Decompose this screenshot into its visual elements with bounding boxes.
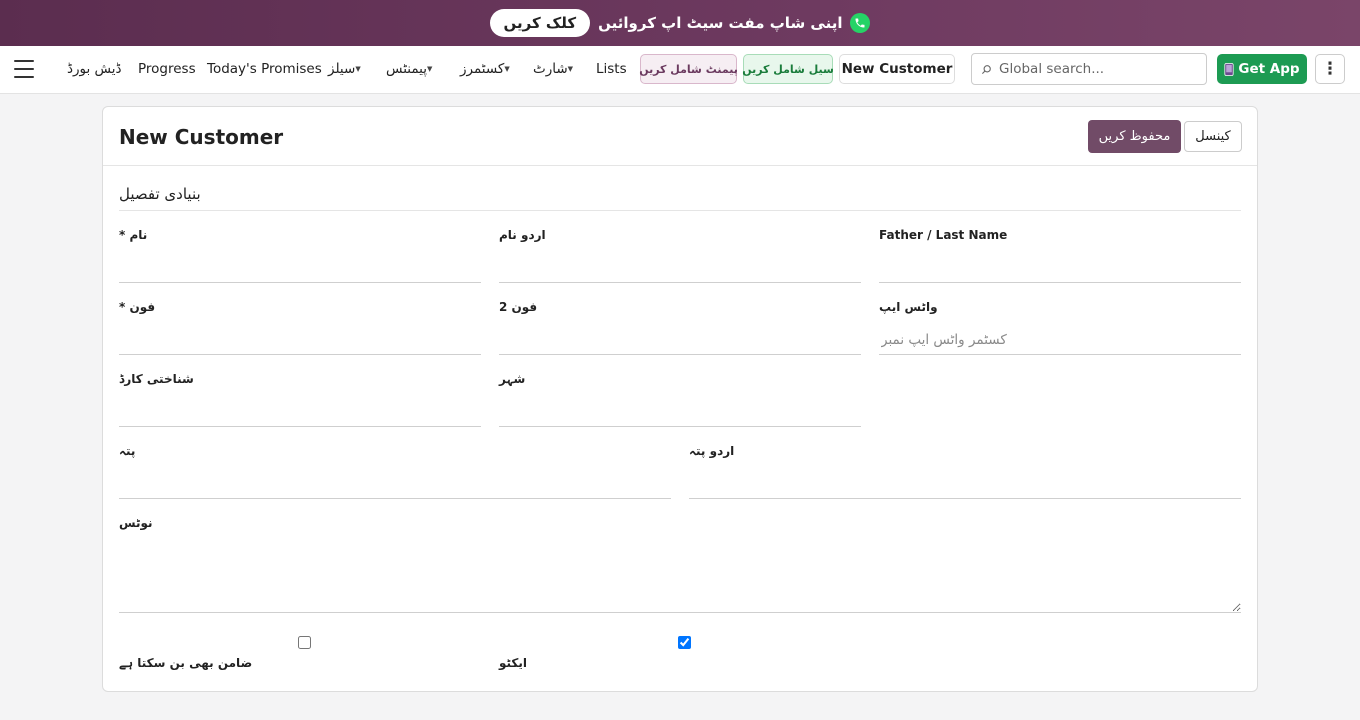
- nav-dashboard-label: ڈیش بورڈ: [67, 61, 122, 77]
- active-label: ایکٹو: [499, 656, 528, 670]
- get-app-button[interactable]: Get App: [1217, 54, 1307, 84]
- add-payment-button[interactable]: پیمنٹ شامل کریں: [639, 54, 738, 84]
- guarantor-checkbox[interactable]: [298, 636, 311, 649]
- search-icon: [981, 64, 991, 74]
- nav-progress-label: Progress: [138, 61, 196, 77]
- urdu-address-input[interactable]: [689, 469, 1241, 499]
- whatsapp-icon[interactable]: [850, 13, 871, 33]
- urdu-address-label: اردو پتہ: [689, 444, 735, 458]
- address-label: پتہ: [119, 444, 136, 458]
- form-title: New Customer: [119, 125, 284, 149]
- add-sale-button[interactable]: سیل شامل کریں: [742, 54, 834, 84]
- search-input-placeholder: Global search...: [999, 61, 1105, 77]
- name-input[interactable]: [119, 253, 481, 283]
- new-customer-button[interactable]: New Customer: [839, 54, 955, 84]
- city-input[interactable]: [499, 397, 861, 427]
- caret-down-icon: ▼: [355, 65, 361, 73]
- father-last-name-label: Father / Last Name: [879, 228, 1008, 242]
- nav-charts-label: شارٹ: [533, 61, 568, 77]
- id-card-label: شناختی کارڈ: [119, 372, 194, 386]
- guarantor-label: ضامن بھی بن سکتا ہے: [119, 656, 253, 670]
- phone2-input[interactable]: [499, 325, 861, 355]
- nav-customers-dropdown[interactable]: کسٹمرز ▼: [460, 46, 515, 92]
- nav-payments-label: پیمنٹس: [386, 61, 427, 77]
- urdu-name-label: اردو نام: [499, 228, 546, 242]
- customer-form-card: New Customer محفوظ کریں کینسل بنیادی تفص…: [102, 106, 1258, 692]
- top-navbar: ڈیش بورڈ Progress Today's Promises سیلز …: [0, 46, 1360, 94]
- nav-todays-promises[interactable]: Today's Promises: [207, 46, 322, 92]
- save-button[interactable]: محفوظ کریں: [1088, 120, 1181, 153]
- nav-dashboard[interactable]: ڈیش بورڈ: [67, 46, 122, 92]
- global-search-box[interactable]: Global search...: [971, 53, 1207, 85]
- section-title-basic-details: بنیادی تفصیل: [119, 185, 201, 203]
- hamburger-menu-icon[interactable]: [14, 59, 34, 79]
- promo-banner: کلک کریں اپنی شاپ مفت سیٹ اپ کروائیں: [0, 0, 1360, 46]
- notes-textarea[interactable]: [119, 537, 1241, 613]
- phone-label: * فون: [119, 300, 156, 314]
- banner-text: اپنی شاپ مفت سیٹ اپ کروائیں: [598, 14, 843, 32]
- id-card-input[interactable]: [119, 397, 481, 427]
- nav-lists[interactable]: Lists: [596, 46, 627, 92]
- notes-label: نوٹس: [119, 516, 153, 530]
- caret-down-icon: ▼: [427, 65, 433, 73]
- father-last-name-input[interactable]: [879, 253, 1241, 283]
- get-app-label: Get App: [1238, 61, 1300, 77]
- nav-progress[interactable]: Progress: [138, 46, 196, 92]
- more-options-icon[interactable]: ⋮: [1315, 54, 1345, 84]
- phone-input[interactable]: [119, 325, 481, 355]
- nav-lists-label: Lists: [596, 61, 627, 77]
- banner-cta-button[interactable]: کلک کریں: [489, 9, 591, 37]
- urdu-name-input[interactable]: [499, 253, 861, 283]
- active-checkbox[interactable]: [678, 636, 691, 649]
- name-label: * نام: [119, 228, 148, 242]
- cancel-button[interactable]: کینسل: [1184, 121, 1242, 152]
- city-label: شہر: [499, 372, 526, 386]
- whatsapp-input[interactable]: [879, 325, 1241, 355]
- form-header: New Customer محفوظ کریں کینسل: [103, 107, 1257, 166]
- nav-customers-label: کسٹمرز: [460, 61, 505, 77]
- phone2-label: فون 2: [499, 300, 538, 314]
- nav-todays-promises-label: Today's Promises: [207, 61, 322, 77]
- nav-payments-dropdown[interactable]: پیمنٹس ▼: [386, 46, 437, 92]
- section-divider: [119, 210, 1241, 211]
- whatsapp-label: واٹس ایپ: [879, 300, 938, 314]
- caret-down-icon: ▼: [504, 65, 510, 73]
- nav-sales-dropdown[interactable]: سیلز ▼: [328, 46, 366, 92]
- nav-sales-label: سیلز: [328, 61, 356, 77]
- phone-icon: [1224, 62, 1234, 76]
- nav-charts-dropdown[interactable]: شارٹ ▼: [533, 46, 578, 92]
- caret-down-icon: ▼: [567, 65, 574, 73]
- address-input[interactable]: [119, 469, 671, 499]
